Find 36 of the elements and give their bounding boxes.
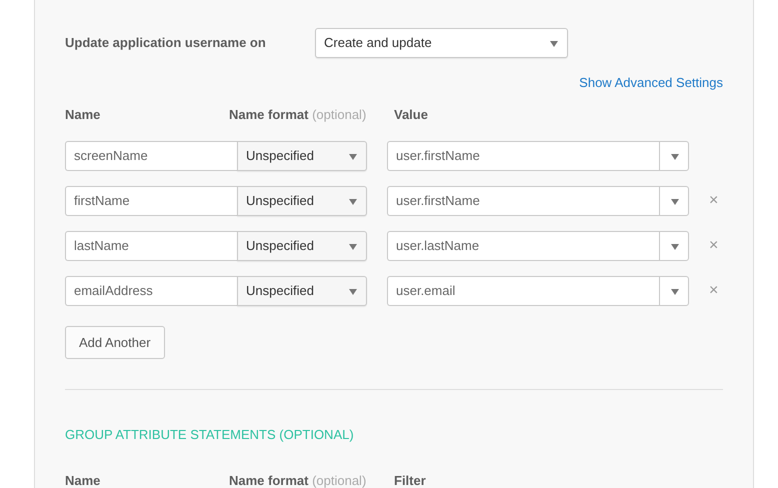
dropdown-button[interactable] (659, 186, 689, 216)
caret-icon (671, 154, 679, 160)
caret-icon (349, 198, 357, 204)
value-input[interactable]: user.firstName (387, 140, 659, 170)
name-input[interactable]: firstName (65, 186, 237, 216)
caret-icon (671, 198, 679, 204)
field-label: Update application username on (65, 34, 266, 52)
name-input[interactable]: screenName (65, 140, 237, 170)
advanced-settings-link[interactable]: Show Advanced Settings (579, 73, 723, 92)
caret-icon (671, 288, 679, 294)
caret-icon (349, 154, 357, 160)
column-header: Name (65, 106, 102, 124)
format-select[interactable]: Unspecified (237, 140, 367, 170)
format-select[interactable]: Unspecified (237, 276, 367, 306)
caret-icon (349, 288, 357, 294)
caret-icon (349, 244, 357, 250)
value-input[interactable]: user.firstName (387, 186, 659, 216)
column-header: Name format (optional) (229, 106, 368, 124)
dropdown-button[interactable] (659, 276, 689, 306)
dropdown-button[interactable] (659, 230, 689, 260)
format-select[interactable]: Unspecified (237, 186, 367, 216)
section-title: GROUP ATTRIBUTE STATEMENTS (OPTIONAL) (65, 427, 355, 443)
caret-icon (550, 41, 558, 47)
column-header: Name (65, 473, 102, 488)
dropdown-button[interactable] (659, 140, 689, 170)
add-another-button[interactable]: Add Another (65, 326, 165, 359)
name-input[interactable]: emailAddress (65, 276, 237, 306)
column-header: Value (394, 106, 428, 124)
select-dropdown[interactable]: Create and update (315, 28, 568, 58)
format-select[interactable]: Unspecified (237, 230, 367, 260)
column-header: Filter (394, 473, 426, 488)
column-header: Name format (optional) (229, 473, 368, 488)
value-input[interactable]: user.lastName (387, 230, 659, 260)
name-input[interactable]: lastName (65, 230, 237, 260)
value-input[interactable]: user.email (387, 276, 659, 306)
caret-icon (671, 244, 679, 250)
